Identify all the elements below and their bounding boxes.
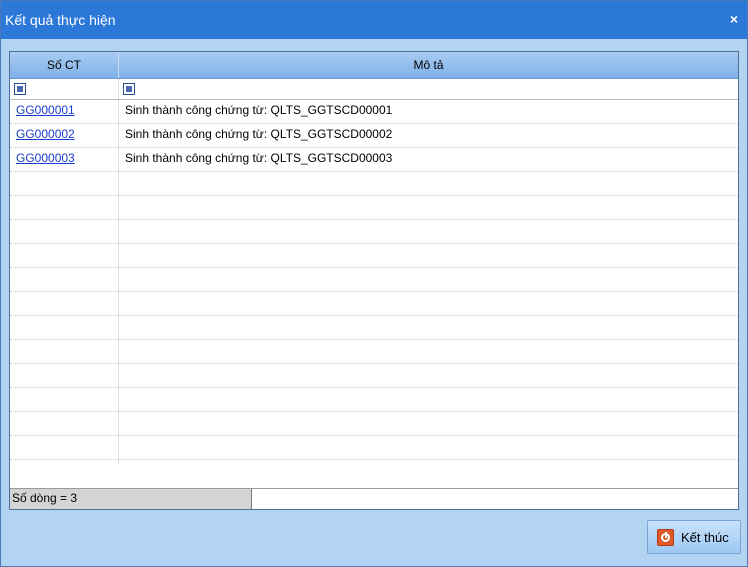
empty-cell: [119, 364, 738, 387]
empty-cell: [119, 196, 738, 219]
table-row[interactable]: GG000001 Sinh thành công chứng từ: QLTS_…: [10, 100, 738, 124]
empty-cell: [10, 172, 119, 195]
empty-cell: [119, 292, 738, 315]
empty-cell: [10, 196, 119, 219]
empty-cell: [10, 364, 119, 387]
empty-row: [10, 196, 738, 220]
empty-cell: [119, 268, 738, 291]
empty-cell: [10, 436, 119, 459]
empty-cell: [10, 292, 119, 315]
result-dialog: Kết quả thực hiện × Số CT Mô tả GG000001…: [0, 0, 748, 567]
empty-row: [10, 244, 738, 268]
filter-icon[interactable]: [14, 83, 26, 95]
empty-cell: [10, 220, 119, 243]
document-link[interactable]: GG000003: [16, 151, 75, 165]
empty-row: [10, 172, 738, 196]
cell-mo-ta: Sinh thành công chứng từ: QLTS_GGTSCD000…: [125, 151, 393, 165]
empty-row: [10, 220, 738, 244]
close-icon[interactable]: ×: [727, 11, 741, 27]
title-bar[interactable]: Kết quả thực hiện ×: [1, 1, 747, 39]
empty-cell: [119, 436, 738, 459]
empty-cell: [119, 316, 738, 339]
empty-row: [10, 340, 738, 364]
empty-row: [10, 460, 738, 464]
status-bar-filler: [252, 489, 738, 509]
column-header-so-ct[interactable]: Số CT: [10, 52, 119, 78]
grid-status-bar: Số dòng = 3: [10, 488, 738, 509]
empty-row: [10, 268, 738, 292]
empty-cell: [119, 244, 738, 267]
empty-cell: [10, 388, 119, 411]
empty-cell: [10, 244, 119, 267]
document-link[interactable]: GG000001: [16, 103, 75, 117]
empty-row: [10, 292, 738, 316]
empty-row: [10, 388, 738, 412]
empty-row: [10, 316, 738, 340]
empty-cell: [119, 412, 738, 435]
empty-row: [10, 412, 738, 436]
table-row[interactable]: GG000002 Sinh thành công chứng từ: QLTS_…: [10, 124, 738, 148]
window-title: Kết quả thực hiện: [5, 12, 116, 28]
empty-cell: [10, 460, 119, 464]
results-grid: Số CT Mô tả GG000001 Sinh thành công chứ…: [9, 51, 739, 510]
empty-cell: [119, 388, 738, 411]
filter-cell-mo-ta[interactable]: [119, 79, 738, 99]
grid-header: Số CT Mô tả: [10, 52, 738, 79]
empty-cell: [10, 340, 119, 363]
empty-cell: [10, 412, 119, 435]
empty-cell: [119, 172, 738, 195]
cell-mo-ta: Sinh thành công chứng từ: QLTS_GGTSCD000…: [125, 127, 393, 141]
empty-row: [10, 436, 738, 460]
cell-so-ct: GG000003: [10, 148, 119, 171]
cell-so-ct: GG000002: [10, 124, 119, 147]
empty-row: [10, 364, 738, 388]
grid-rows: GG000001 Sinh thành công chứng từ: QLTS_…: [10, 100, 738, 488]
row-count: Số dòng = 3: [10, 489, 252, 509]
table-row[interactable]: GG000003 Sinh thành công chứng từ: QLTS_…: [10, 148, 738, 172]
column-header-mo-ta[interactable]: Mô tả: [119, 52, 738, 78]
empty-cell: [10, 268, 119, 291]
filter-icon[interactable]: [123, 83, 135, 95]
filter-row: [10, 79, 738, 100]
empty-cell: [119, 340, 738, 363]
document-link[interactable]: GG000002: [16, 127, 75, 141]
empty-cell: [119, 220, 738, 243]
empty-cell: [10, 316, 119, 339]
cell-mo-ta: Sinh thành công chứng từ: QLTS_GGTSCD000…: [125, 103, 393, 117]
filter-cell-so-ct[interactable]: [10, 79, 119, 99]
power-icon: [657, 529, 674, 546]
finish-button-label: Kết thúc: [681, 530, 729, 545]
cell-so-ct: GG000001: [10, 100, 119, 123]
finish-button[interactable]: Kết thúc: [647, 520, 741, 554]
